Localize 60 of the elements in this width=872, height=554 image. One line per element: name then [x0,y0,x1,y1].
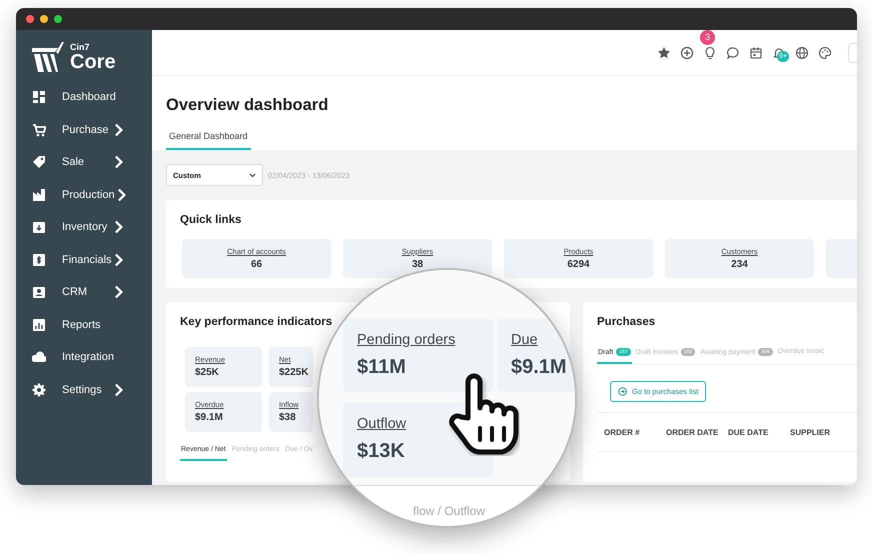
quick-link-count: 6294 [567,259,590,270]
column-header[interactable]: ORDER # [604,428,666,436]
globe-icon[interactable] [795,46,809,60]
minimize-dot[interactable] [40,15,48,23]
dashboard-tab[interactable]: General Dashboard [166,131,251,150]
card-title: Purchases [597,316,656,328]
menu-icon [32,155,46,170]
kpi-value: $38 [279,412,297,423]
chat-icon[interactable] [726,46,740,60]
palette-icon[interactable] [818,46,832,60]
sidebar-item[interactable]: Integration [16,341,152,374]
menu-icon [32,90,46,104]
lightbulb-icon[interactable] [703,46,717,60]
kpi-link[interactable]: Pending orders [357,332,493,348]
kpi-tile[interactable]: Due $9.1M [497,318,575,392]
sidebar-item[interactable]: Financials [16,244,152,276]
caret-icon [249,172,256,178]
column-header[interactable]: SUPPLIER [790,428,852,436]
close-dot[interactable] [26,15,34,23]
kpi-value: $13K [357,440,406,463]
kpi-tile[interactable]: Pending orders $11M [343,318,493,392]
arrow-circle-icon [618,387,627,396]
kpi-value: $225K [279,367,310,378]
menu-icon [32,220,46,234]
quick-link-count: 66 [250,259,262,270]
menu-icon [32,122,46,137]
calendar-icon[interactable] [749,46,763,60]
quick-link-count: 38 [412,259,424,270]
kpi-value: $9.1M [195,412,224,423]
add-icon[interactable] [680,46,694,60]
sidebar-item[interactable]: Settings [16,374,152,406]
sidebar-item[interactable]: Reports [16,308,152,341]
menu-icon [32,285,46,300]
kpi-value: $11M [357,356,407,379]
maximize-dot[interactable] [54,15,62,23]
kpi-value: $9.1M [511,356,568,379]
sidebar-item[interactable]: Production [16,178,152,211]
menu-icon [32,350,46,364]
menu-icon [32,382,46,397]
sidebar-item[interactable]: CRM [16,276,152,308]
menu-icon [32,188,46,202]
kpi-value: $25K [195,367,220,378]
sidebar-item[interactable]: Inventory [16,211,152,244]
sidebar-item[interactable]: Dashboard [16,81,152,114]
card-title: Quick links [180,214,242,226]
sidebar-item[interactable]: Purchase [16,114,152,146]
kpi-link[interactable]: Due [511,332,575,348]
notification-badge: 3 [700,30,716,44]
quick-link-count: 234 [731,259,748,270]
sidebar-item[interactable]: Sale [16,146,152,178]
logo-subtitle: Cin7 [70,42,91,52]
menu-icon [32,318,46,332]
card-title: Key performance indicators [180,316,334,328]
column-header[interactable]: ORDER DATE [666,428,728,436]
logo-icon [30,40,66,74]
menu-icon [32,252,46,267]
column-header[interactable]: DUE DATE [728,428,790,436]
logo-title: Core [70,52,116,72]
page-title: Overview dashboard [166,96,330,115]
star-icon[interactable] [657,46,671,60]
